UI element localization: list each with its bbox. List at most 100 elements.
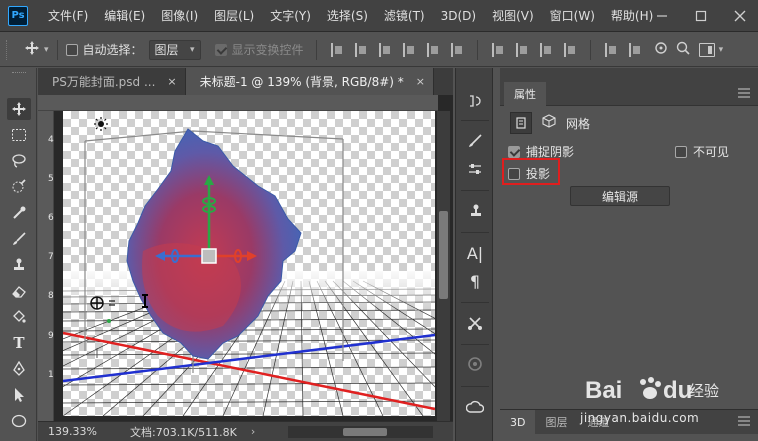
panel-menu-icon[interactable]	[738, 87, 750, 101]
watermark-url: jingyan.baidu.com	[580, 411, 700, 425]
x-axis-line	[63, 331, 435, 411]
separator	[461, 344, 489, 345]
catch-shadow-checkbox[interactable]	[508, 145, 520, 158]
chevron-down-icon[interactable]: ▾	[44, 45, 49, 55]
zoom-level[interactable]: 139.33%	[48, 425, 118, 438]
panel-header-strip	[500, 68, 758, 82]
panel-icon-strip: A| ¶	[455, 68, 493, 441]
marquee-tool-icon[interactable]	[7, 124, 31, 146]
panel-menu-icon[interactable]	[738, 415, 750, 429]
separator	[56, 39, 58, 60]
maximize-icon[interactable]	[683, 0, 719, 32]
lasso-tool-icon[interactable]	[7, 150, 31, 172]
vertical-ruler: 4 5 6 7 8 9 1	[38, 111, 54, 421]
move-tool-icon[interactable]	[7, 98, 31, 120]
status-menu-arrow[interactable]: ›	[251, 425, 255, 438]
scrollbar-thumb[interactable]	[439, 211, 448, 299]
ellipse-tool-icon[interactable]	[7, 410, 31, 432]
mesh-filter-icon[interactable]	[510, 112, 532, 134]
document-canvas[interactable]	[63, 111, 435, 416]
eyedropper-tool-icon[interactable]	[7, 202, 31, 224]
auto-select-label: 自动选择：	[82, 43, 143, 57]
invisible-option[interactable]: 不可见	[675, 143, 729, 160]
separator	[461, 386, 489, 387]
move-icon[interactable]	[24, 40, 40, 60]
distribute-hcenter-icon[interactable]	[604, 42, 617, 57]
ruler-number: 6	[48, 213, 54, 223]
mesh-cube-icon[interactable]	[542, 114, 556, 132]
close-icon[interactable]: ×	[167, 75, 176, 88]
align-hcenter-icon[interactable]	[426, 42, 439, 57]
show-transform-checkbox[interactable]	[214, 43, 227, 56]
menu-edit[interactable]: 编辑(E)	[96, 0, 153, 32]
menu-window[interactable]: 窗口(W)	[542, 0, 603, 32]
menu-3d[interactable]: 3D(D)	[433, 0, 484, 32]
properties-tab-bar: 属性	[500, 82, 758, 106]
tab-properties[interactable]: 属性	[504, 82, 546, 106]
menu-select[interactable]: 选择(S)	[319, 0, 376, 32]
auto-select-checkbox[interactable]	[65, 43, 78, 56]
tab-untitled-1[interactable]: 未标题-1 @ 139% (背景, RGB/8#) * ×	[185, 68, 434, 95]
edit-source-button[interactable]: 编辑源	[570, 186, 670, 206]
invisible-checkbox[interactable]	[675, 145, 687, 158]
menu-image[interactable]: 图像(I)	[153, 0, 206, 32]
menu-layer[interactable]: 图层(L)	[206, 0, 262, 32]
separator	[589, 39, 591, 60]
tool-presets-icon[interactable]	[463, 312, 487, 334]
scrollbar-thumb[interactable]	[343, 428, 387, 436]
ruler-number: 8	[48, 291, 54, 301]
3d-scene[interactable]	[63, 111, 435, 416]
separator	[476, 39, 478, 60]
menu-file[interactable]: 文件(F)	[40, 0, 96, 32]
tab-layers[interactable]: 图层	[535, 410, 577, 435]
creative-cloud-icon[interactable]	[463, 396, 487, 418]
brush-settings-icon[interactable]	[463, 130, 487, 152]
toolbar-grip	[12, 72, 26, 76]
paragraph-icon[interactable]: ¶	[463, 270, 487, 292]
close-icon[interactable]: ×	[416, 75, 425, 88]
menu-view[interactable]: 视图(V)	[484, 0, 542, 32]
horizontal-ruler	[38, 95, 438, 111]
type-tool-icon[interactable]: T	[7, 332, 31, 354]
align-top-icon[interactable]	[330, 42, 343, 57]
distribute-top-icon[interactable]	[491, 42, 504, 57]
ruler-number: 5	[48, 174, 54, 184]
menu-type[interactable]: 文字(Y)	[262, 0, 319, 32]
paint-bucket-tool-icon[interactable]	[7, 306, 31, 328]
clone-source-icon[interactable]	[463, 200, 487, 222]
minimize-icon[interactable]	[644, 0, 680, 32]
orbit-3d-icon[interactable]	[653, 40, 669, 59]
tab-label: PS万能封面.psd ...	[52, 75, 156, 89]
history-icon[interactable]	[463, 90, 487, 112]
vertical-scrollbar[interactable]	[437, 111, 450, 421]
distribute-right-icon[interactable]	[628, 42, 641, 57]
eraser-tool-icon[interactable]	[7, 280, 31, 302]
path-selection-tool-icon[interactable]	[7, 384, 31, 406]
menu-filter[interactable]: 滤镜(T)	[376, 0, 433, 32]
properties-panel: 属性 网格 捕捉阴影 不可见 投影 编辑源 3D 图层 通道	[500, 68, 758, 441]
tools-panel: T	[0, 68, 37, 441]
distribute-left-icon[interactable]	[563, 42, 576, 57]
chevron-down-icon[interactable]: ▾	[719, 45, 724, 55]
align-vcenter-icon[interactable]	[354, 42, 367, 57]
stamp-tool-icon[interactable]	[7, 254, 31, 276]
character-icon[interactable]: A|	[463, 242, 487, 264]
distribute-vcenter-icon[interactable]	[515, 42, 528, 57]
align-bottom-icon[interactable]	[378, 42, 391, 57]
distribute-bottom-icon[interactable]	[539, 42, 552, 57]
brush-tool-icon[interactable]	[7, 228, 31, 250]
horizontal-scrollbar[interactable]	[288, 426, 433, 438]
quick-selection-tool-icon[interactable]	[7, 176, 31, 198]
workspace-icon[interactable]	[698, 42, 715, 57]
learn-icon[interactable]	[463, 353, 487, 375]
tab-3d[interactable]: 3D	[500, 409, 536, 435]
align-left-icon[interactable]	[402, 42, 415, 57]
pen-tool-icon[interactable]	[7, 358, 31, 380]
light-icon[interactable]	[94, 117, 108, 131]
align-right-icon[interactable]	[450, 42, 463, 57]
auto-select-dropdown[interactable]: 图层 ▾	[148, 39, 201, 60]
adjustments-icon[interactable]	[463, 158, 487, 180]
tab-ps-cover[interactable]: PS万能封面.psd ... ×	[38, 68, 186, 95]
close-icon[interactable]	[722, 0, 758, 32]
search-icon[interactable]	[675, 40, 691, 59]
